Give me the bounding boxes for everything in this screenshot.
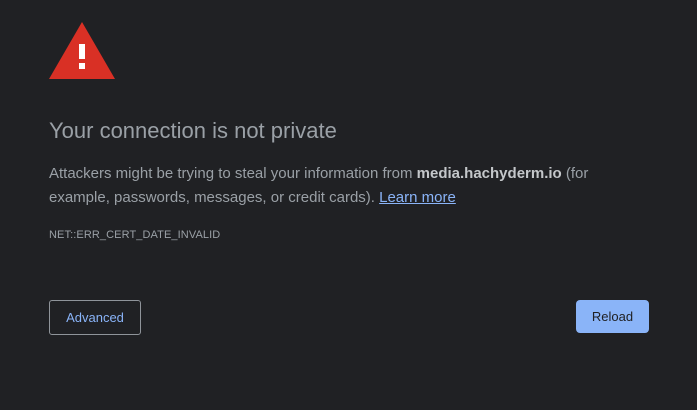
explanation-prefix: Attackers might be trying to steal your … [49,165,417,182]
hostname: media.hachyderm.io [416,165,562,182]
explanation-text: Attackers might be trying to steal your … [49,162,639,210]
page-title: Your connection is not private [49,118,337,143]
warning-triangle-icon [49,22,115,79]
reload-button[interactable]: Reload [576,300,649,333]
advanced-button[interactable]: Advanced [49,300,141,335]
error-code: NET::ERR_CERT_DATE_INVALID [49,229,221,241]
interstitial-page: Your connection is not private Attackers… [0,0,697,410]
learn-more-link[interactable]: Learn more [379,189,456,206]
